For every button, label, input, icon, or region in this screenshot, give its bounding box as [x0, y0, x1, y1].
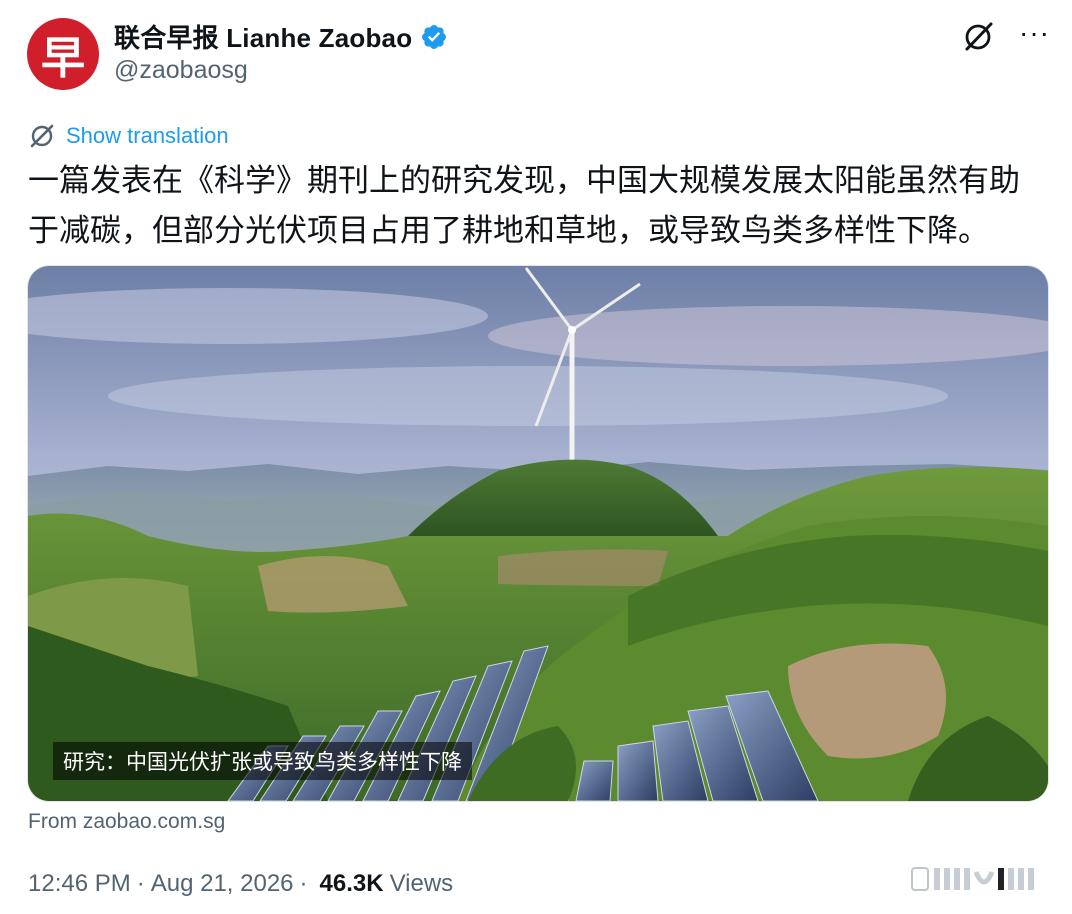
views-label: Views [389, 870, 454, 897]
link-source[interactable]: From zaobao.com.sg [28, 810, 225, 834]
translate-icon [30, 124, 54, 148]
avatar[interactable]: 早 [27, 18, 99, 90]
show-translation-link[interactable]: Show translation [66, 123, 229, 149]
grok-icon[interactable] [961, 20, 995, 54]
meta-separator: · [136, 870, 145, 897]
meta-separator: · [299, 870, 308, 897]
tweet-time[interactable]: 12:46 PM [28, 870, 131, 898]
watermark-logo-icon [911, 867, 1034, 891]
more-options-icon[interactable]: ··· [1019, 19, 1050, 47]
tweet-media-image[interactable]: 研究：中国光伏扩张或导致鸟类多样性下降 [27, 265, 1049, 802]
tweet-actions-top: ··· [961, 19, 1050, 54]
translation-row: Show translation [28, 122, 229, 150]
account-handle[interactable]: @zaobaosg [114, 56, 248, 85]
account-name-row: 联合早报 Lianhe Zaobao [114, 18, 448, 55]
tweet-date[interactable]: Aug 21, 2026 [151, 870, 294, 898]
tweet-meta: 12:46 PM · Aug 21, 2026 · 46.3K Views [28, 870, 453, 898]
media-caption: 研究：中国光伏扩张或导致鸟类多样性下降 [53, 742, 472, 780]
views-count: 46.3K [319, 870, 384, 897]
tweet-text: 一篇发表在《科学》期刊上的研究发现，中国大规模发展太阳能虽然有助于减碳，但部分光… [28, 163, 1020, 249]
landscape-photo [28, 266, 1048, 801]
verified-badge-icon[interactable] [420, 23, 448, 51]
display-name[interactable]: 联合早报 Lianhe Zaobao [114, 18, 412, 55]
